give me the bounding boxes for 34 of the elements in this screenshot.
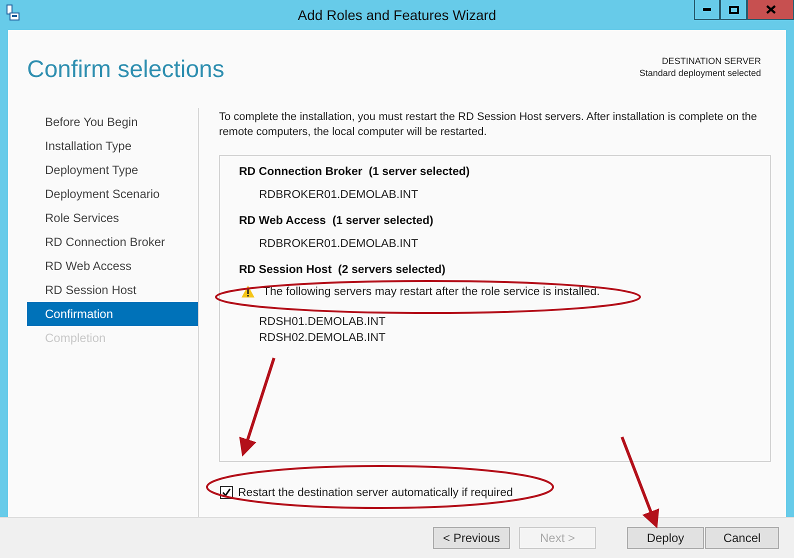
server-name: RDSH02.DEMOLAB.INT <box>258 331 387 346</box>
nav-item[interactable]: RD Session Host <box>27 278 198 302</box>
checkbox-label: Restart the destination server automatically if required <box>238 486 513 498</box>
server-name: RDBROKER01.DEMOLAB.INT <box>258 237 420 252</box>
nav-item[interactable]: Installation Type <box>27 134 198 158</box>
role-heading: RD Connection Broker (1 server selected) <box>239 166 471 178</box>
role-heading: RD Web Access (1 server selected) <box>239 215 434 227</box>
nav-item[interactable]: RD Web Access <box>27 254 198 278</box>
nav-item[interactable]: Deployment Scenario <box>27 182 198 206</box>
page-title: Confirm selections <box>27 56 224 85</box>
nav-item[interactable]: Role Services <box>27 206 198 230</box>
nav-item[interactable]: Confirmation <box>27 302 198 326</box>
destination-label: DESTINATION SERVER <box>660 56 761 66</box>
minimize-icon <box>703 8 711 11</box>
intro-text: To complete the installation, you must restart the RD Session Host servers. After installation is complete on the remote computers, the local computer will be restarted. <box>219 110 758 140</box>
nav-item[interactable]: Deployment Type <box>27 158 198 182</box>
close-button[interactable] <box>747 0 794 20</box>
close-icon <box>766 5 776 14</box>
nav-item[interactable]: RD Connection Broker <box>27 230 198 254</box>
window-title: Add Roles and Features Wizard <box>296 7 498 23</box>
wizard-button[interactable]: Cancel <box>705 527 779 549</box>
server-name: RDBROKER01.DEMOLAB.INT <box>258 188 420 203</box>
server-manager-icon <box>6 4 20 22</box>
destination-value: Standard deployment selected <box>639 68 761 78</box>
maximize-button[interactable] <box>720 0 747 20</box>
wizard-button[interactable]: Deploy <box>627 527 704 549</box>
warning-icon <box>241 285 255 298</box>
minimize-button[interactable] <box>694 0 720 20</box>
server-name: RDSH01.DEMOLAB.INT <box>258 315 387 330</box>
nav-item[interactable]: Before You Begin <box>27 110 198 134</box>
maximize-icon <box>728 6 738 14</box>
role-heading: RD Session Host (2 servers selected) <box>239 264 446 276</box>
warning-text: The following servers may restart after the role service is installed. <box>263 286 600 298</box>
wizard-button[interactable]: < Previous <box>433 527 510 549</box>
